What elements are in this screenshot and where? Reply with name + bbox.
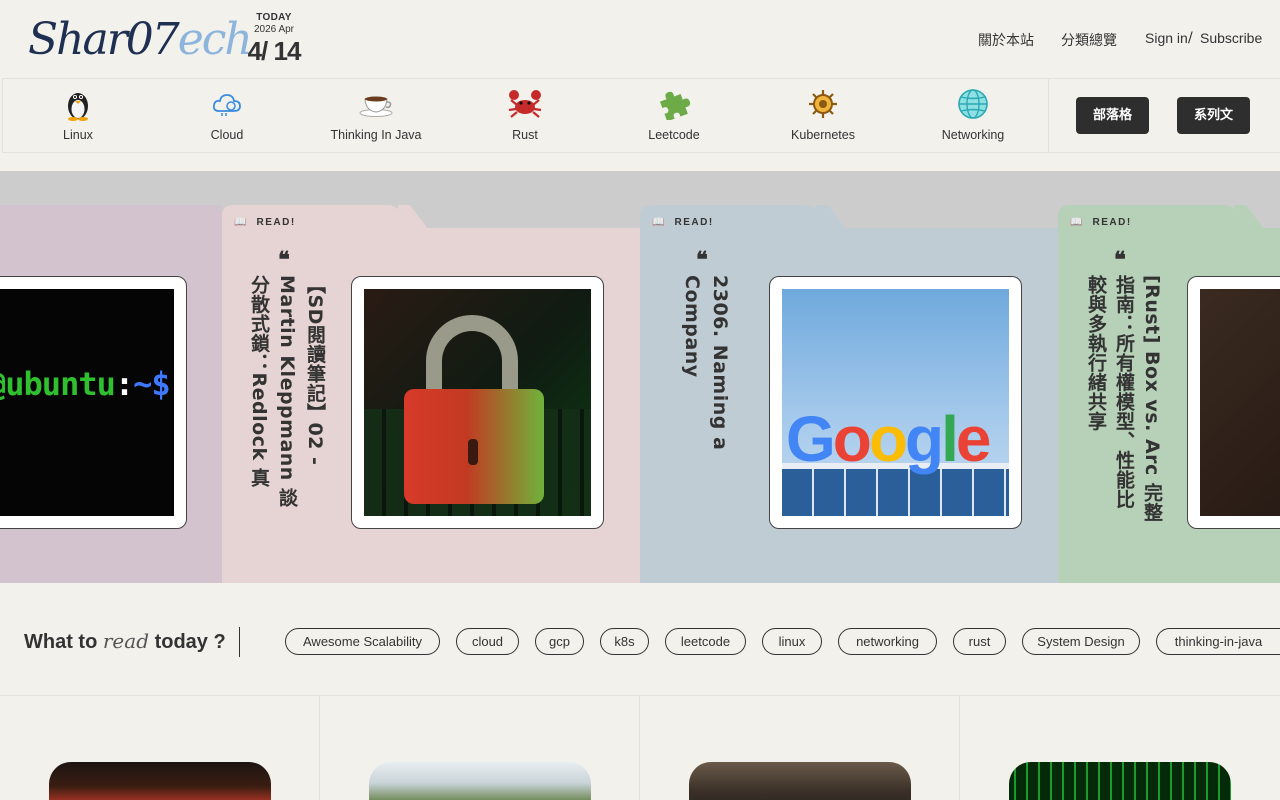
book-icon: 📖 [1070, 217, 1084, 228]
globe-icon [913, 87, 1033, 121]
logo-text-dark: Shar07 [28, 14, 180, 65]
read-label-text: READ! [1092, 217, 1132, 228]
card-read-label: 📖 READ! [652, 217, 714, 228]
nav-about-link[interactable]: 關於本站 [978, 30, 1034, 50]
category-bar: Linux Cloud Thinking In Java Rust Leetco… [2, 78, 1280, 153]
book-icon: 📖 [234, 217, 248, 228]
read-today-pre: What to [24, 631, 98, 653]
tag-k8s[interactable]: k8s [600, 628, 649, 655]
site-header: Shar07ech TODAY 2026 Apr 4/ 14 關於本站 分類總覽… [0, 0, 1280, 78]
book-icon: 📖 [652, 217, 666, 228]
card-image-frame[interactable]: @ubuntu:~$ [0, 276, 187, 529]
featured-carousel[interactable]: @ubuntu:~$ 📖 READ! ❝ 【SD閱讀筆記】02 - Martin… [0, 171, 1280, 583]
read-today-divider [239, 627, 240, 657]
featured-card[interactable]: 📖 READ! ❝ [Rust] Box vs. Arc 完整指南：所有權模型、… [1058, 205, 1280, 583]
card-tab-notch [816, 205, 846, 229]
category-thinking-in-java[interactable]: Thinking In Java [316, 87, 436, 145]
card-title[interactable]: 2306. Naming a Company [674, 275, 734, 465]
card-image-frame[interactable] [1187, 276, 1280, 529]
read-label-text: READ! [674, 217, 714, 228]
penguin-icon [18, 87, 138, 121]
quote-icon: ❝ [696, 247, 708, 273]
padlock-keyboard-image [364, 289, 591, 516]
site-logo[interactable]: Shar07ech [28, 12, 253, 68]
category-leetcode-label: Leetcode [648, 128, 700, 142]
read-today-post: today ? [154, 631, 226, 653]
date-day: 4/ 14 [247, 36, 302, 66]
google-sign-image: Google [782, 289, 1009, 516]
post-thumbnail-matrix[interactable] [1009, 762, 1231, 800]
section-divider [0, 695, 1280, 696]
card-tab-notch [1234, 205, 1264, 229]
featured-card[interactable]: 📖 READ! ❝ 2306. Naming a Company Google [640, 205, 1058, 583]
category-java-label: Thinking In Java [330, 128, 422, 142]
category-kubernetes[interactable]: Kubernetes [763, 87, 883, 145]
dark-room-image [1200, 289, 1280, 516]
tag-system-design[interactable]: System Design [1022, 628, 1140, 655]
card-read-label: 📖 READ! [234, 217, 296, 228]
tag-cloud[interactable]: cloud [456, 628, 519, 655]
blog-button[interactable]: 部落格 [1076, 97, 1149, 134]
tag-leetcode[interactable]: leetcode [665, 628, 746, 655]
category-networking-label: Networking [941, 128, 1005, 142]
category-kubernetes-label: Kubernetes [791, 128, 855, 142]
nav-categories-link[interactable]: 分類總覽 [1061, 30, 1117, 50]
puzzle-icon [614, 87, 734, 121]
quote-icon: ❝ [1114, 247, 1126, 273]
category-rust[interactable]: Rust [465, 87, 585, 145]
featured-card[interactable]: 📖 READ! ❝ 【SD閱讀筆記】02 - Martin Kleppmann … [222, 205, 640, 583]
tag-awesome-scalability[interactable]: Awesome Scalability [285, 628, 440, 655]
card-tab-notch [398, 205, 428, 229]
read-today-heading: What to read today ? [24, 626, 226, 657]
grid-column-divider [959, 696, 960, 800]
read-today-highlight: read [102, 629, 149, 653]
card-read-label: 📖 READ! [1070, 217, 1132, 228]
featured-card[interactable]: @ubuntu:~$ [0, 205, 222, 583]
card-image-frame[interactable]: Google [769, 276, 1022, 529]
category-linux-label: Linux [63, 128, 93, 142]
category-linux[interactable]: Linux [18, 87, 138, 145]
helm-wheel-icon [763, 87, 883, 121]
post-thumbnail-room[interactable] [689, 762, 911, 800]
card-title[interactable]: 【SD閱讀筆記】02 - Martin Kleppmann 談分散式鎖：Redl… [245, 275, 329, 515]
crab-icon [465, 87, 585, 121]
sign-in-link[interactable]: Sign in [1145, 30, 1188, 46]
post-thumbnail-padlock[interactable] [49, 762, 271, 800]
card-image-frame[interactable] [351, 276, 604, 529]
quote-icon: ❝ [278, 247, 290, 273]
tag-thinking-in-java[interactable]: thinking-in-java [1156, 628, 1280, 655]
category-leetcode[interactable]: Leetcode [614, 87, 734, 145]
nav-separator: / [1188, 30, 1193, 46]
grid-column-divider [319, 696, 320, 800]
logo-text-light: ech [177, 14, 253, 65]
cloud-icon [167, 87, 287, 121]
tag-rust[interactable]: rust [953, 628, 1006, 655]
tag-linux[interactable]: linux [762, 628, 822, 655]
date-label: TODAY [256, 12, 292, 23]
tag-networking[interactable]: networking [838, 628, 937, 655]
ubuntu-terminal-image: @ubuntu:~$ [0, 289, 174, 516]
category-cloud-label: Cloud [210, 128, 244, 142]
coffee-cup-icon [316, 87, 436, 121]
category-divider [1048, 79, 1049, 153]
date-year-month: 2026 Apr [253, 24, 295, 35]
grid-column-divider [639, 696, 640, 800]
tag-gcp[interactable]: gcp [535, 628, 584, 655]
series-button[interactable]: 系列文 [1177, 97, 1250, 134]
category-cloud[interactable]: Cloud [167, 87, 287, 145]
card-title[interactable]: [Rust] Box vs. Arc 完整指南：所有權模型、性能比較與多執行緒共… [1082, 275, 1166, 525]
today-date: TODAY 2026 Apr 4/ 14 [244, 12, 304, 66]
subscribe-link[interactable]: Subscribe [1200, 30, 1262, 46]
category-networking[interactable]: Networking [913, 87, 1033, 145]
category-rust-label: Rust [512, 128, 538, 142]
read-label-text: READ! [256, 217, 296, 228]
post-thumbnail-landscape[interactable] [369, 762, 591, 800]
